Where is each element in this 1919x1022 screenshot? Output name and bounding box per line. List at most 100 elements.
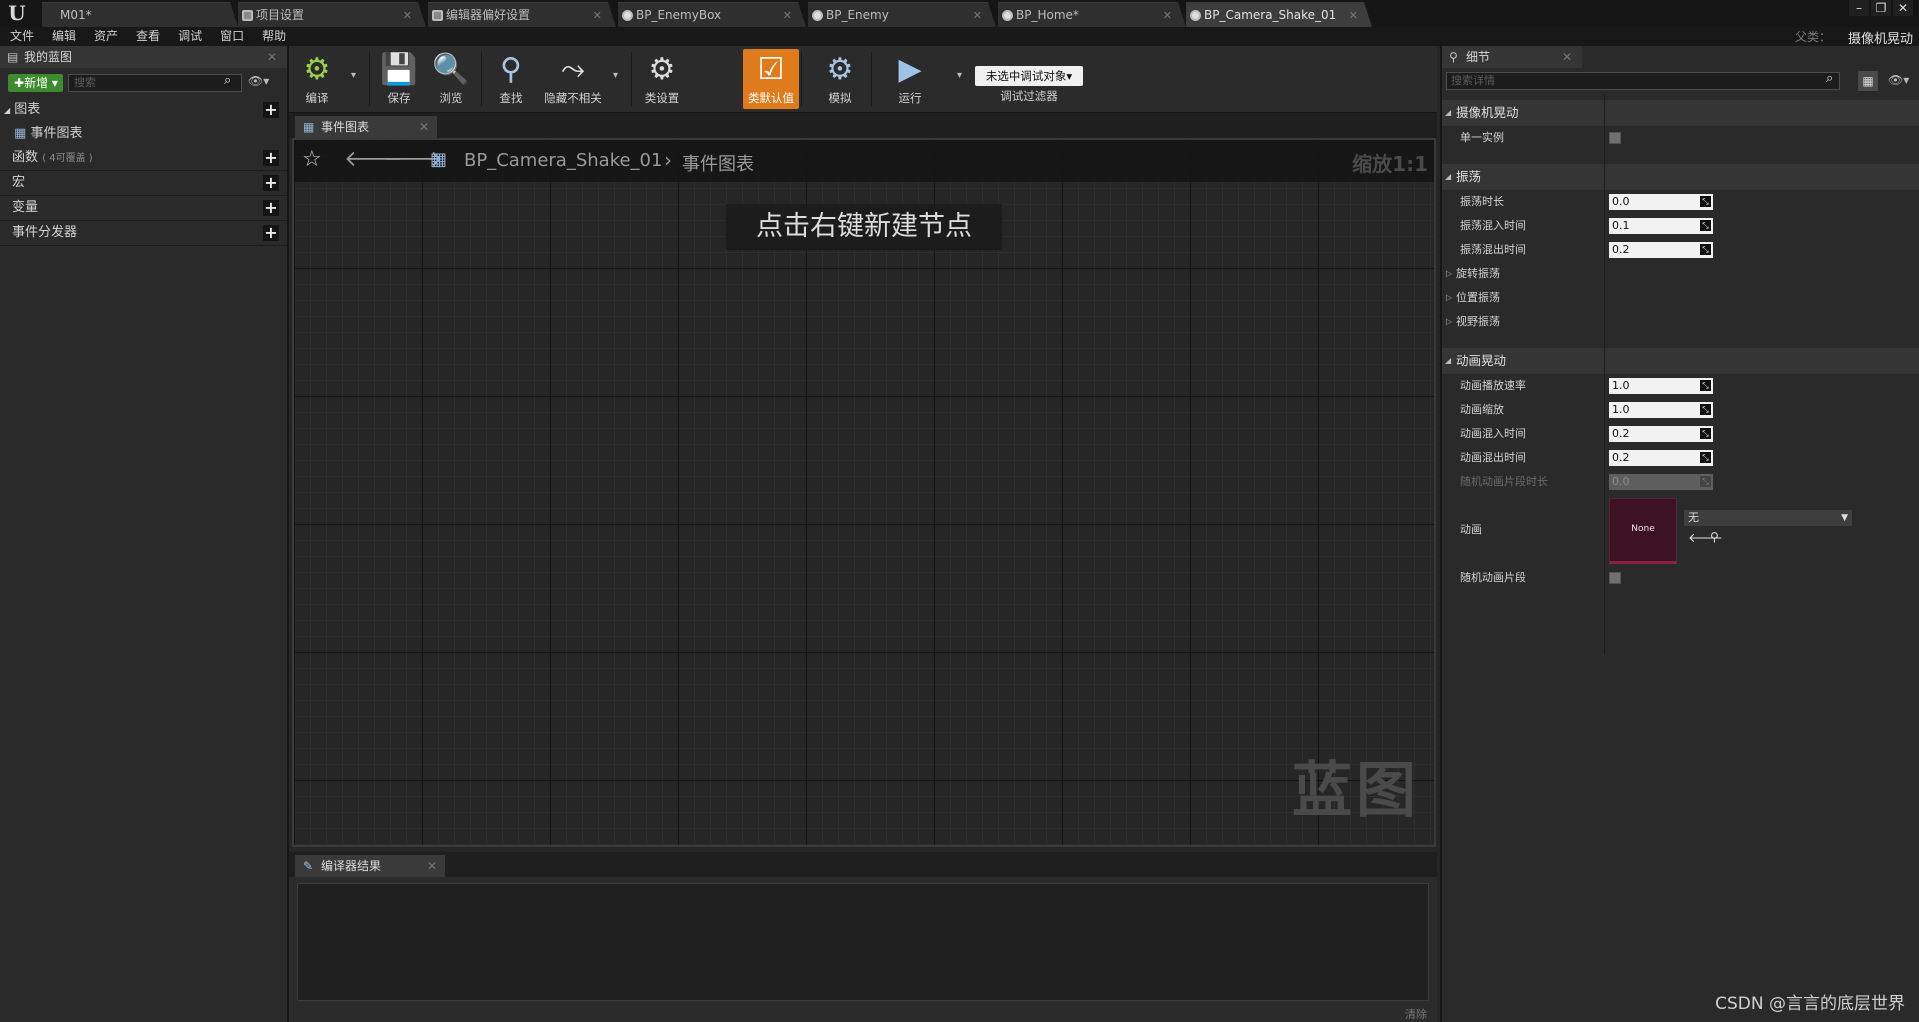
- tab-bp-enemy[interactable]: BP_Enemy ✕: [808, 2, 996, 27]
- add-dispatcher-button[interactable]: +: [263, 225, 279, 241]
- tab-details[interactable]: ⚲ 细节 ✕: [1442, 46, 1582, 68]
- add-macro-button[interactable]: +: [263, 175, 279, 191]
- menu-view[interactable]: 查看: [126, 27, 168, 46]
- add-graph-button[interactable]: +: [263, 102, 279, 118]
- class-defaults-button[interactable]: ☑ 类默认值: [743, 49, 799, 109]
- breadcrumb-graph[interactable]: 事件图表: [682, 150, 754, 176]
- menu-file[interactable]: 文件: [0, 27, 42, 46]
- section-anim-shake[interactable]: 动画晃动: [1442, 348, 1919, 374]
- menu-debug[interactable]: 调试: [168, 27, 210, 46]
- window-controls: – ❐ ✕: [1847, 0, 1913, 18]
- tab-bp-camera-shake[interactable]: BP_Camera_Shake_01 ✕: [1186, 2, 1372, 27]
- parent-class-link[interactable]: 摄像机晃动: [1848, 28, 1913, 47]
- tab-event-graph[interactable]: ▦ 事件图表 ✕: [295, 116, 437, 138]
- anim-asset-select[interactable]: 无 ▼: [1684, 510, 1852, 526]
- rot-oscillation-row[interactable]: 旋转振荡: [1442, 262, 1919, 286]
- save-button[interactable]: 💾 保存: [373, 49, 425, 109]
- debug-object-select[interactable]: 未选中调试对象▾: [975, 66, 1083, 86]
- category-functions[interactable]: 函数 ( 4可覆盖 ) +: [0, 146, 287, 171]
- category-variables[interactable]: 变量 +: [0, 196, 287, 221]
- tab-project-settings[interactable]: 项目设置 ✕: [238, 2, 426, 27]
- single-instance-checkbox[interactable]: [1609, 132, 1621, 144]
- anim-play-rate-field[interactable]: 1.0 ⤡: [1609, 378, 1713, 394]
- magnifier-icon: 🔍: [432, 52, 470, 87]
- simulate-button[interactable]: ⚙ 模拟: [813, 49, 867, 109]
- close-icon[interactable]: ✕: [403, 3, 412, 28]
- close-icon[interactable]: ✕: [419, 116, 429, 138]
- unreal-logo-icon[interactable]: U: [2, 0, 32, 27]
- property-matrix-icon[interactable]: ▦: [1858, 71, 1878, 91]
- close-icon[interactable]: ✕: [1163, 3, 1172, 28]
- oscillation-blend-out-field[interactable]: 0.2 ⤡: [1609, 242, 1713, 258]
- random-anim-segment-checkbox[interactable]: [1609, 572, 1621, 584]
- menu-help[interactable]: 帮助: [252, 27, 294, 46]
- details-panel: ⚲ 细节 ✕ 搜索详情 ⌕ ▦ 👁▾ 摄像机晃动 单一实例 振荡 振荡时长 0.…: [1440, 46, 1919, 1022]
- play-options-dropdown[interactable]: ▾: [957, 70, 962, 81]
- close-icon[interactable]: ✕: [1349, 3, 1358, 28]
- add-new-button[interactable]: ✚新增 ▾: [8, 74, 63, 92]
- search-input[interactable]: 搜索: [68, 74, 242, 92]
- tab-m01[interactable]: M01*: [42, 2, 238, 27]
- close-icon[interactable]: ✕: [267, 46, 277, 68]
- add-variable-button[interactable]: +: [263, 200, 279, 216]
- breadcrumb-blueprint[interactable]: BP_Camera_Shake_01: [464, 150, 662, 171]
- section-oscillation[interactable]: 振荡: [1442, 164, 1919, 190]
- anim-blend-out-field[interactable]: 0.2 ⤡: [1609, 450, 1713, 466]
- search-icon[interactable]: ⌕: [1826, 71, 1833, 86]
- fov-oscillation-row[interactable]: 视野振荡: [1442, 310, 1919, 334]
- hide-unrelated-button[interactable]: ⤳ 隐藏不相关: [537, 49, 609, 109]
- close-icon[interactable]: ✕: [783, 3, 792, 28]
- compiler-log[interactable]: [297, 883, 1429, 1001]
- find-button[interactable]: ⚲ 查找: [485, 49, 537, 109]
- maximize-icon[interactable]: ❐: [1871, 0, 1891, 16]
- tab-editor-preferences[interactable]: 编辑器偏好设置 ✕: [428, 2, 616, 27]
- browse-search-icon[interactable]: ⚲: [1710, 530, 1719, 544]
- clear-button[interactable]: 清除: [1405, 1006, 1427, 1022]
- tab-compiler-results[interactable]: ✎ 编译器结果 ✕: [295, 855, 445, 877]
- menu-window[interactable]: 窗口: [210, 27, 252, 46]
- close-icon[interactable]: ✕: [1562, 46, 1572, 68]
- oscillation-blend-in-field[interactable]: 0.1 ⤡: [1609, 218, 1713, 234]
- search-icon[interactable]: ⌕: [224, 73, 231, 88]
- tab-bp-enemybox[interactable]: BP_EnemyBox ✕: [618, 2, 806, 27]
- close-icon[interactable]: ✕: [973, 3, 982, 28]
- loc-oscillation-row[interactable]: 位置振荡: [1442, 286, 1919, 310]
- close-window-icon[interactable]: ✕: [1893, 0, 1913, 16]
- tab-bp-home[interactable]: BP_Home* ✕: [998, 2, 1186, 27]
- category-graphs[interactable]: ◢ 图表 +: [0, 98, 287, 122]
- resize-icon: ⤡: [1700, 220, 1711, 231]
- event-graph-item[interactable]: ▦ 事件图表: [0, 122, 287, 146]
- play-icon: ▶: [898, 52, 922, 87]
- class-settings-button[interactable]: ⚙ 类设置: [635, 49, 689, 109]
- menu-edit[interactable]: 编辑: [42, 27, 84, 46]
- event-graph-canvas[interactable]: ☆ 🡐 🡒 ▦ BP_Camera_Shake_01 › 事件图表 缩放1:1 …: [292, 138, 1436, 847]
- details-toolbar: 搜索详情 ⌕ ▦ 👁▾: [1442, 68, 1919, 94]
- compile-gear-icon: ⚙: [303, 52, 331, 87]
- compile-button[interactable]: ⚙ 编译: [289, 49, 345, 109]
- browse-button[interactable]: 🔍 浏览: [425, 49, 477, 109]
- minimize-icon[interactable]: –: [1849, 0, 1869, 16]
- close-icon[interactable]: ✕: [593, 3, 602, 28]
- category-macros[interactable]: 宏 +: [0, 171, 287, 196]
- tab-my-blueprint[interactable]: ▤ 我的蓝图 ✕: [0, 46, 287, 68]
- compile-options-dropdown[interactable]: ▾: [351, 70, 356, 81]
- hide-unrelated-dropdown[interactable]: ▾: [613, 70, 618, 81]
- resize-icon: ⤡: [1700, 244, 1711, 255]
- add-function-button[interactable]: +: [263, 150, 279, 166]
- class-settings-icon: ⚙: [648, 52, 676, 87]
- anim-asset-thumbnail[interactable]: None: [1609, 498, 1677, 564]
- category-event-dispatchers[interactable]: 事件分发器 +: [0, 221, 287, 246]
- section-camera-shake[interactable]: 摄像机晃动: [1442, 100, 1919, 126]
- details-search-input[interactable]: 搜索详情: [1446, 72, 1840, 90]
- anim-scale-field[interactable]: 1.0 ⤡: [1609, 402, 1713, 418]
- play-button[interactable]: ▶ 运行: [883, 49, 937, 109]
- star-icon[interactable]: ☆: [302, 146, 322, 174]
- collapse-arrow-icon: ◢: [4, 106, 11, 115]
- anim-blend-in-field[interactable]: 0.2 ⤡: [1609, 426, 1713, 442]
- eye-icon[interactable]: 👁▾: [248, 74, 269, 88]
- menu-asset[interactable]: 资产: [84, 27, 126, 46]
- oscillation-duration-field[interactable]: 0.0 ⤡: [1609, 194, 1713, 210]
- close-icon[interactable]: ✕: [427, 855, 437, 877]
- my-blueprint-panel: ▤ 我的蓝图 ✕ ✚新增 ▾ 搜索 ⌕ 👁▾ ◢ 图表 + ▦ 事件图表 函数 …: [0, 46, 289, 1022]
- eye-icon[interactable]: 👁▾: [1888, 73, 1909, 87]
